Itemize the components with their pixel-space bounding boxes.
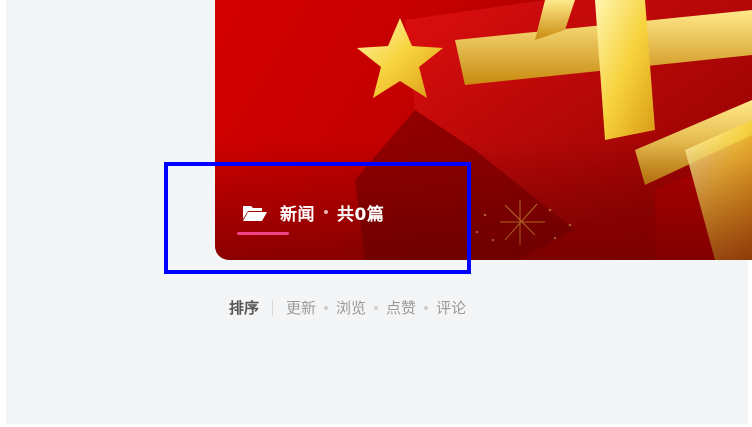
sort-dot	[374, 305, 379, 310]
category-title: 新闻 共0篇	[242, 200, 384, 225]
sort-dot	[324, 305, 329, 310]
category-name[interactable]: 新闻	[280, 200, 315, 225]
sort-title: 排序	[229, 299, 260, 317]
active-underline	[237, 232, 289, 235]
sort-bar: 排序 更新 浏览 点赞 评论	[229, 297, 466, 318]
sort-by-update[interactable]: 更新	[286, 297, 316, 318]
sort-by-views[interactable]: 浏览	[336, 297, 366, 318]
sort-dot	[424, 305, 429, 310]
folder-open-icon	[242, 204, 268, 222]
category-count: 共0篇	[337, 205, 385, 225]
page: 新闻 共0篇 排序 更新 浏览 点赞 评论	[0, 0, 752, 427]
sort-by-comments[interactable]: 评论	[436, 297, 466, 318]
sort-by-likes[interactable]: 点赞	[386, 297, 416, 318]
separator-dot	[324, 209, 328, 214]
sort-divider	[272, 299, 274, 316]
